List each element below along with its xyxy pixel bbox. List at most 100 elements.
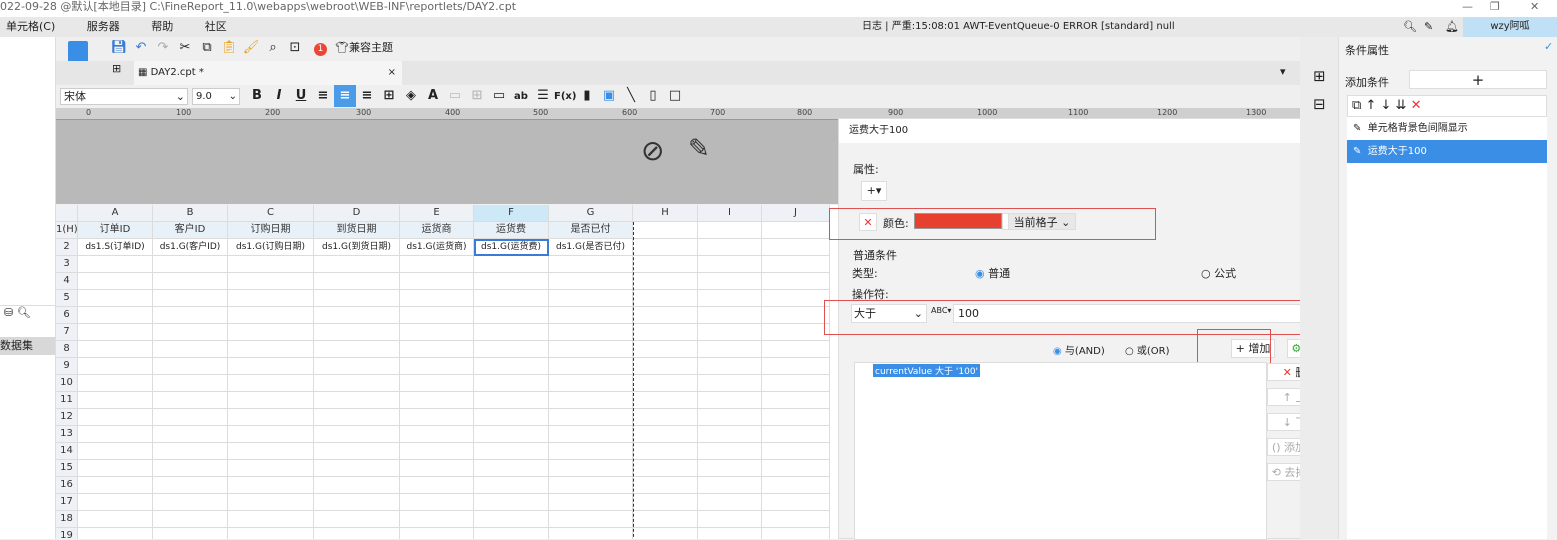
table-cell[interactable] xyxy=(474,511,549,528)
table-cell[interactable] xyxy=(474,426,549,443)
table-cell[interactable] xyxy=(314,307,400,324)
table-cell[interactable] xyxy=(314,443,400,460)
table-cell[interactable] xyxy=(474,460,549,477)
header-cell[interactable]: 运货商 xyxy=(400,222,474,239)
table-cell[interactable] xyxy=(633,375,698,392)
table-cell[interactable] xyxy=(228,409,314,426)
table-cell[interactable] xyxy=(474,290,549,307)
border-icon[interactable]: ⊞ xyxy=(378,85,400,107)
table-cell[interactable] xyxy=(762,443,830,460)
column-header[interactable]: E xyxy=(400,205,474,222)
table-cell[interactable] xyxy=(633,528,698,539)
column-header[interactable]: J xyxy=(762,205,830,222)
row-header[interactable]: 7 xyxy=(56,324,78,341)
table-cell[interactable] xyxy=(400,528,474,539)
table-cell[interactable] xyxy=(228,528,314,539)
merge-icon[interactable]: ▭ xyxy=(444,85,466,107)
table-cell[interactable] xyxy=(474,341,549,358)
table-cell[interactable] xyxy=(400,460,474,477)
menu-help[interactable]: 帮助 xyxy=(151,20,173,33)
align-left-icon[interactable]: ≡ xyxy=(312,85,334,107)
row-header[interactable]: 16 xyxy=(56,477,78,494)
table-cell[interactable] xyxy=(228,375,314,392)
table-cell[interactable] xyxy=(78,460,153,477)
table-cell[interactable] xyxy=(153,460,228,477)
alert-badge[interactable]: 1 xyxy=(310,37,332,59)
table-cell[interactable] xyxy=(78,307,153,324)
table-cell[interactable] xyxy=(633,239,698,256)
bold-icon[interactable]: B xyxy=(246,85,268,107)
table-cell[interactable] xyxy=(698,426,762,443)
panel-check-icon[interactable]: ✓ xyxy=(1544,40,1553,53)
table-cell[interactable] xyxy=(762,511,830,528)
table-cell[interactable] xyxy=(762,307,830,324)
table-cell[interactable] xyxy=(400,307,474,324)
table-cell[interactable] xyxy=(153,392,228,409)
table-cell[interactable] xyxy=(314,341,400,358)
table-cell[interactable] xyxy=(314,460,400,477)
tab-day2[interactable]: ▦ DAY2.cpt * × xyxy=(134,61,402,85)
move-bottom-icon[interactable]: ⇊ xyxy=(1396,98,1407,113)
menu-server[interactable]: 服务器 xyxy=(87,20,120,33)
compat-theme-button[interactable]: 兼容主题 xyxy=(349,41,393,54)
table-cell[interactable] xyxy=(78,426,153,443)
table-cell[interactable] xyxy=(698,273,762,290)
table-cell[interactable] xyxy=(762,358,830,375)
table-cell[interactable] xyxy=(762,324,830,341)
table-cell[interactable] xyxy=(474,324,549,341)
table-cell[interactable] xyxy=(78,511,153,528)
table-cell[interactable] xyxy=(762,477,830,494)
table-cell[interactable] xyxy=(698,375,762,392)
table-cell[interactable] xyxy=(153,528,228,539)
table-cell[interactable] xyxy=(400,290,474,307)
table-cell[interactable] xyxy=(762,341,830,358)
table-cell[interactable] xyxy=(153,273,228,290)
and-radio[interactable]: ◉ 与(AND) xyxy=(1053,342,1105,357)
type-normal-radio[interactable]: ◉ 普通 xyxy=(975,265,1010,281)
table-cell[interactable] xyxy=(762,392,830,409)
table-cell[interactable] xyxy=(549,341,633,358)
table-cell[interactable] xyxy=(314,290,400,307)
table-cell[interactable] xyxy=(228,392,314,409)
table-cell[interactable] xyxy=(153,426,228,443)
font-size-select[interactable]: 9.0 ⌄ xyxy=(192,88,240,105)
table-cell[interactable] xyxy=(228,511,314,528)
table-cell[interactable] xyxy=(633,341,698,358)
header-cell[interactable]: 订购日期 xyxy=(228,222,314,239)
table-cell[interactable] xyxy=(78,290,153,307)
table-cell[interactable] xyxy=(698,409,762,426)
table-cell[interactable] xyxy=(762,460,830,477)
copy-icon[interactable]: ⧉ xyxy=(196,37,218,59)
table-cell[interactable] xyxy=(228,460,314,477)
table-cell[interactable] xyxy=(228,324,314,341)
table-cell[interactable] xyxy=(762,426,830,443)
table-cell[interactable] xyxy=(400,443,474,460)
table-cell[interactable] xyxy=(78,494,153,511)
table-cell[interactable] xyxy=(549,324,633,341)
header-cell[interactable]: 运货费 xyxy=(474,222,549,239)
table-cell[interactable] xyxy=(78,358,153,375)
table-cell[interactable] xyxy=(698,392,762,409)
table-cell[interactable] xyxy=(153,341,228,358)
table-cell[interactable] xyxy=(698,341,762,358)
table-cell[interactable] xyxy=(228,290,314,307)
table-cell[interactable] xyxy=(314,511,400,528)
table-cell[interactable] xyxy=(78,392,153,409)
widget-attr-icon[interactable]: ⊟ xyxy=(1313,95,1326,113)
align-center-icon[interactable]: ≡ xyxy=(334,85,356,107)
table-cell[interactable] xyxy=(698,494,762,511)
dataset-search-icon[interactable]: ⛁ 🔍︎ xyxy=(0,305,55,325)
table-cell[interactable] xyxy=(633,477,698,494)
table-cell[interactable] xyxy=(698,511,762,528)
header-cell[interactable] xyxy=(698,222,762,239)
header-cell[interactable]: 订单ID xyxy=(78,222,153,239)
table-cell[interactable] xyxy=(762,290,830,307)
table-cell[interactable] xyxy=(314,494,400,511)
tab-menu-icon[interactable]: ▾ xyxy=(1280,65,1286,78)
table-cell[interactable] xyxy=(474,256,549,273)
table-cell[interactable] xyxy=(549,426,633,443)
table-cell[interactable] xyxy=(762,273,830,290)
condition-list[interactable]: currentValue 大于 '100' xyxy=(854,362,1267,540)
hide-eye-icon[interactable]: ⊘ xyxy=(641,134,664,167)
add-attr-button[interactable]: +▾ xyxy=(861,181,887,201)
